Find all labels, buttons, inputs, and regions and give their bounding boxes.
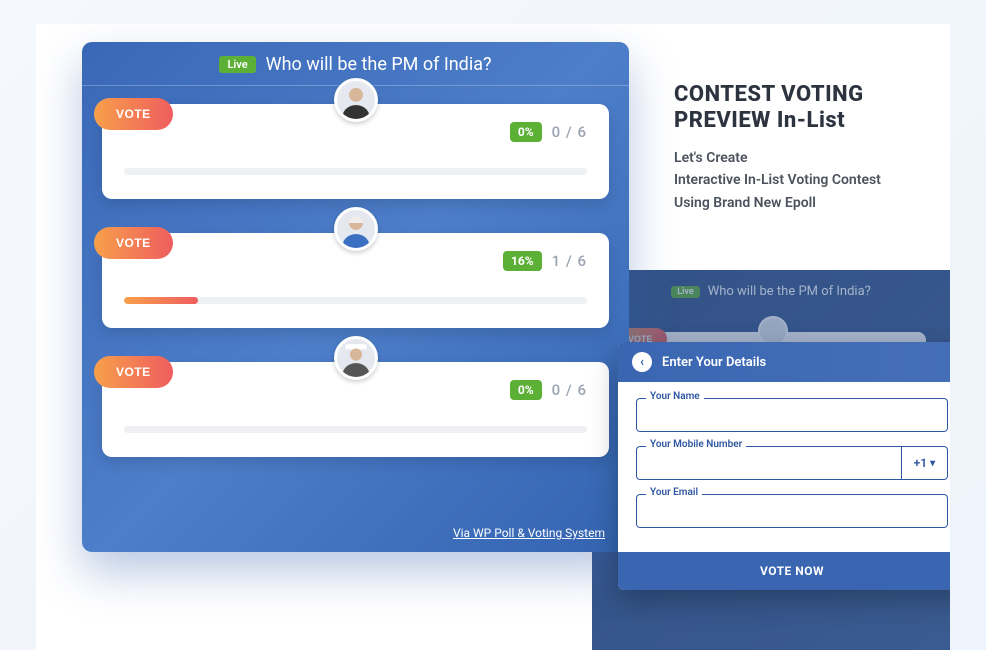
modal-header: ‹ Enter Your Details	[618, 342, 950, 382]
details-modal: ‹ Enter Your Details Your Name Your Mobi…	[618, 342, 950, 590]
live-badge: Live	[671, 286, 700, 298]
poll-title: Who will be the PM of India?	[266, 54, 492, 75]
promo-sub-line: Interactive In-List Voting Contest	[674, 169, 950, 191]
poll-card: Live Who will be the PM of India? VOTE 0…	[82, 42, 629, 552]
candidate-avatar	[334, 207, 378, 251]
progress-track	[124, 426, 587, 433]
vote-button[interactable]: VOTE	[94, 98, 173, 130]
field-label: Your Mobile Number	[646, 439, 746, 450]
poll-credit-link[interactable]: Via WP Poll & Voting System	[453, 526, 605, 540]
promo-text: CONTEST VOTING PREVIEW In-List Let's Cre…	[674, 82, 950, 214]
promo-title-line: CONTEST VOTING	[674, 82, 950, 108]
modal-title: Enter Your Details	[662, 355, 766, 370]
poll-option: VOTE 0% 0 / 6	[102, 362, 609, 457]
poll-title: Who will be the PM of India?	[708, 284, 871, 299]
chevron-left-icon: ‹	[640, 355, 644, 370]
vote-now-button[interactable]: VOTE NOW	[618, 552, 950, 590]
poll-option: VOTE 0% 0 / 6	[102, 104, 609, 199]
percent-badge: 0%	[510, 380, 542, 400]
live-badge: Live	[219, 56, 255, 73]
poll-option: VOTE 16% 1 / 6	[102, 233, 609, 328]
promo-title-line: PREVIEW In-List	[674, 108, 950, 134]
candidate-avatar	[334, 78, 378, 122]
vote-ratio: 0 / 6	[552, 381, 587, 399]
promo-sub-line: Let's Create	[674, 147, 950, 169]
promo-sub-line: Using Brand New Epoll	[674, 192, 950, 214]
progress-fill	[124, 297, 198, 304]
vote-ratio: 1 / 6	[552, 252, 587, 270]
name-input[interactable]	[636, 398, 948, 432]
mobile-input[interactable]	[636, 446, 901, 480]
vote-button[interactable]: VOTE	[94, 356, 173, 388]
back-button[interactable]: ‹	[632, 352, 652, 372]
country-code-select[interactable]: +1 ▾	[901, 446, 948, 480]
field-label: Your Email	[646, 487, 702, 498]
vote-ratio: 0 / 6	[552, 123, 587, 141]
percent-badge: 0%	[510, 122, 542, 142]
progress-track	[124, 297, 587, 304]
country-code-value: +1	[914, 456, 927, 470]
chevron-down-icon: ▾	[930, 458, 935, 469]
vote-button[interactable]: VOTE	[94, 227, 173, 259]
field-label: Your Name	[646, 391, 704, 402]
email-input[interactable]	[636, 494, 948, 528]
percent-badge: 16%	[503, 251, 542, 271]
progress-track	[124, 168, 587, 175]
candidate-avatar	[334, 336, 378, 380]
